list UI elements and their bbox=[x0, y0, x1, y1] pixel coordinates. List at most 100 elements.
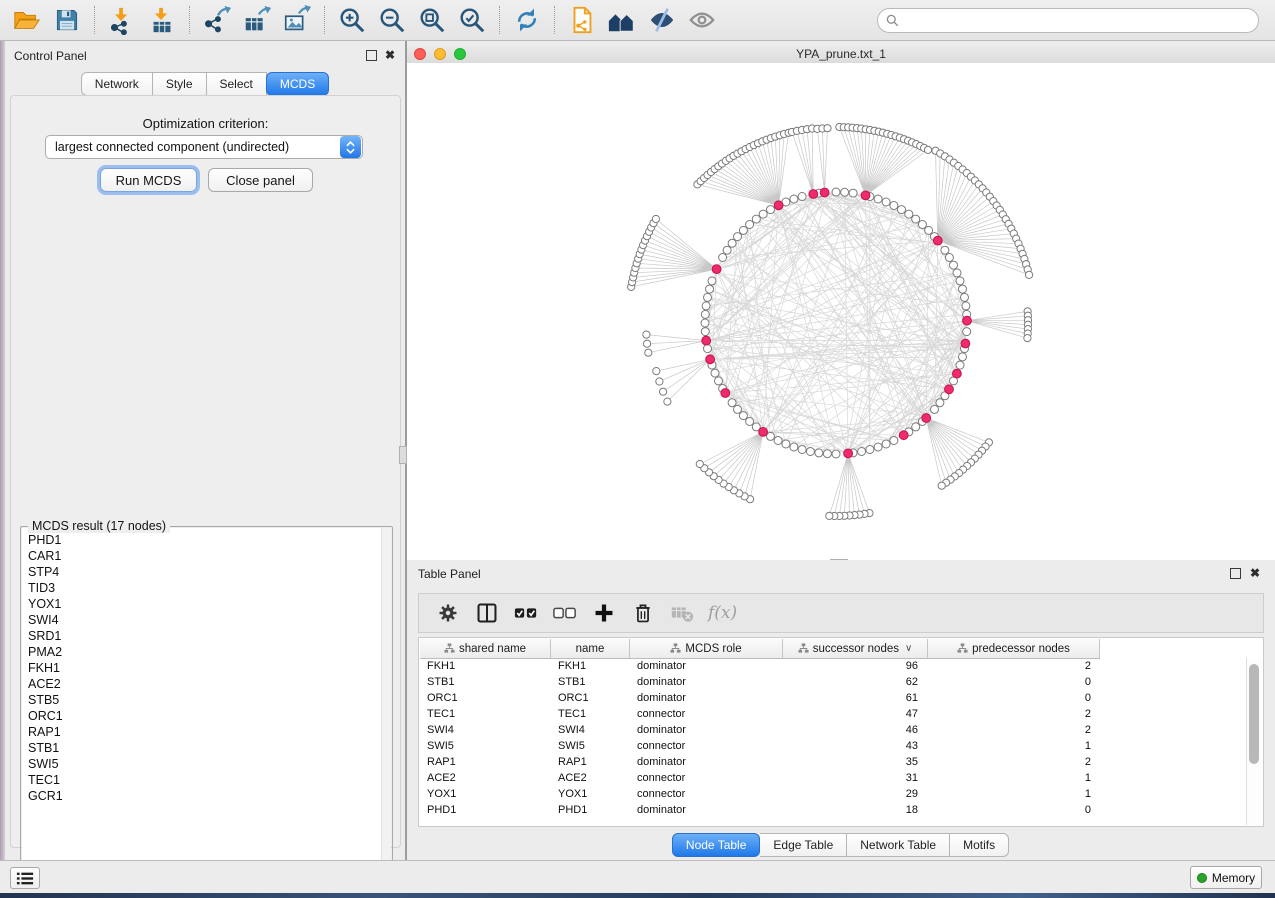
tab-network[interactable]: Network bbox=[81, 72, 153, 96]
mcds-result-item[interactable]: ORC1 bbox=[22, 708, 391, 724]
zoom-window-button[interactable] bbox=[454, 48, 466, 60]
table-cell: PHD1 bbox=[420, 804, 551, 816]
tab-network-table[interactable]: Network Table bbox=[847, 833, 950, 857]
close-panel-action-button[interactable]: Close panel bbox=[208, 168, 313, 192]
table-cell: 1 bbox=[928, 772, 1100, 784]
close-panel-button[interactable]: ✖ bbox=[385, 50, 396, 61]
mcds-result-item[interactable]: TID3 bbox=[22, 580, 391, 596]
duplicate-network-button[interactable] bbox=[565, 3, 599, 37]
column-header-name[interactable]: name bbox=[551, 639, 630, 658]
save-session-button[interactable] bbox=[50, 3, 84, 37]
network-canvas[interactable] bbox=[407, 63, 1275, 560]
close-window-button[interactable] bbox=[414, 48, 426, 60]
main-toolbar bbox=[0, 0, 1275, 41]
criterion-dropdown-value: largest connected component (undirected) bbox=[46, 140, 340, 154]
mcds-result-item[interactable]: ACE2 bbox=[22, 676, 391, 692]
tab-select[interactable]: Select bbox=[207, 72, 267, 96]
create-column-button[interactable] bbox=[589, 598, 619, 628]
mcds-result-item[interactable]: SRD1 bbox=[22, 628, 391, 644]
deselect-all-button[interactable] bbox=[550, 598, 580, 628]
open-file-button[interactable] bbox=[10, 3, 44, 37]
task-history-button[interactable] bbox=[10, 867, 40, 889]
zoom-fit-icon bbox=[417, 5, 447, 35]
table-row[interactable]: RAP1RAP1dominator352 bbox=[420, 754, 1247, 770]
show-all-button[interactable] bbox=[685, 3, 719, 37]
criterion-dropdown[interactable]: largest connected component (undirected) bbox=[45, 135, 363, 159]
export-image-button[interactable] bbox=[280, 3, 314, 37]
zoom-selected-button[interactable] bbox=[455, 3, 489, 37]
mcds-result-item[interactable]: YOX1 bbox=[22, 596, 391, 612]
mcds-result-item[interactable]: RAP1 bbox=[22, 724, 391, 740]
search-box[interactable] bbox=[877, 8, 1259, 33]
column-header-successor-nodes[interactable]: successor nodes∨ bbox=[783, 639, 928, 658]
float-panel-button[interactable] bbox=[366, 50, 377, 61]
column-header-predecessor-nodes[interactable]: predecessor nodes bbox=[928, 639, 1100, 658]
network-window-titlebar[interactable]: YPA_prune.txt_1 bbox=[407, 44, 1275, 64]
refresh-icon bbox=[513, 6, 541, 34]
zoom-in-button[interactable] bbox=[335, 3, 369, 37]
tab-motifs[interactable]: Motifs bbox=[950, 833, 1009, 857]
table-row[interactable]: TEC1TEC1connector472 bbox=[420, 706, 1247, 722]
table-row[interactable]: FKH1FKH1dominator962 bbox=[420, 658, 1247, 674]
column-header-MCDS-role[interactable]: MCDS role bbox=[630, 639, 783, 658]
table-row[interactable]: YOX1YOX1connector291 bbox=[420, 786, 1247, 802]
first-neighbors-button[interactable] bbox=[605, 3, 639, 37]
zoom-out-button[interactable] bbox=[375, 3, 409, 37]
table-cell: 2 bbox=[928, 708, 1100, 720]
table-row[interactable]: PHD1PHD1dominator180 bbox=[420, 802, 1247, 818]
table-row[interactable]: STB1STB1dominator620 bbox=[420, 674, 1247, 690]
control-panel: Control Panel ✖ NetworkStyleSelectMCDS O… bbox=[5, 41, 405, 860]
table-row[interactable]: SWI5SWI5connector431 bbox=[420, 738, 1247, 754]
mcds-result-item[interactable]: GCR1 bbox=[22, 788, 391, 804]
tab-edge-table[interactable]: Edge Table bbox=[760, 833, 847, 857]
tab-node-table[interactable]: Node Table bbox=[672, 833, 761, 857]
mcds-list-scrollbar[interactable] bbox=[381, 528, 391, 894]
control-panel-title: Control Panel bbox=[14, 49, 87, 63]
mcds-result-list[interactable]: PHD1CAR1STP4TID3YOX1SWI4SRD1PMA2FKH1ACE2… bbox=[22, 528, 391, 894]
mcds-result-item[interactable]: SWI4 bbox=[22, 612, 391, 628]
mcds-result-item[interactable]: PHD1 bbox=[22, 532, 391, 548]
import-network-button[interactable] bbox=[105, 3, 139, 37]
select-all-button[interactable] bbox=[511, 598, 541, 628]
vertical-splitter-grip[interactable] bbox=[399, 446, 407, 464]
close-table-panel-button[interactable]: ✖ bbox=[1250, 568, 1261, 579]
import-table-button[interactable] bbox=[145, 3, 179, 37]
table-cell: 18 bbox=[783, 804, 928, 816]
minimize-window-button[interactable] bbox=[434, 48, 446, 60]
refresh-button[interactable] bbox=[510, 3, 544, 37]
table-row[interactable]: SWI4SWI4dominator462 bbox=[420, 722, 1247, 738]
mcds-result-item[interactable]: CAR1 bbox=[22, 548, 391, 564]
mcds-result-item[interactable]: TEC1 bbox=[22, 772, 391, 788]
export-table-button[interactable] bbox=[240, 3, 274, 37]
zoom-fit-button[interactable] bbox=[415, 3, 449, 37]
mcds-result-item[interactable]: STB5 bbox=[22, 692, 391, 708]
delete-columns-button[interactable] bbox=[628, 598, 658, 628]
table-scrollbar[interactable] bbox=[1246, 658, 1262, 825]
hide-selected-button[interactable] bbox=[645, 3, 679, 37]
table-row[interactable]: ORC1ORC1dominator610 bbox=[420, 690, 1247, 706]
table-scrollbar-thumb[interactable] bbox=[1249, 664, 1259, 764]
zoom-out-icon bbox=[377, 5, 407, 35]
mcds-result-item[interactable]: STB1 bbox=[22, 740, 391, 756]
mcds-result-item[interactable]: STP4 bbox=[22, 564, 391, 580]
document-share-icon bbox=[567, 5, 597, 35]
table-mode-button[interactable] bbox=[433, 598, 463, 628]
checked-boxes-icon bbox=[514, 601, 538, 625]
table-cell: TEC1 bbox=[551, 708, 630, 720]
mcds-result-item[interactable]: PMA2 bbox=[22, 644, 391, 660]
float-table-panel-button[interactable] bbox=[1230, 568, 1241, 579]
memory-button[interactable]: Memory bbox=[1190, 866, 1262, 889]
run-mcds-button[interactable]: Run MCDS bbox=[100, 168, 197, 192]
table-panel-tabs: Node TableEdge TableNetwork TableMotifs bbox=[407, 833, 1275, 857]
column-header-shared-name[interactable]: shared name bbox=[420, 639, 551, 658]
show-columns-button[interactable] bbox=[472, 598, 502, 628]
table-cell: FKH1 bbox=[551, 660, 630, 672]
tab-style[interactable]: Style bbox=[153, 72, 207, 96]
tab-mcds[interactable]: MCDS bbox=[266, 72, 329, 96]
mcds-result-item[interactable]: FKH1 bbox=[22, 660, 391, 676]
table-cell: 2 bbox=[928, 724, 1100, 736]
mcds-result-item[interactable]: SWI5 bbox=[22, 756, 391, 772]
export-network-button[interactable] bbox=[200, 3, 234, 37]
table-row[interactable]: ACE2ACE2connector311 bbox=[420, 770, 1247, 786]
search-input[interactable] bbox=[904, 12, 1250, 28]
